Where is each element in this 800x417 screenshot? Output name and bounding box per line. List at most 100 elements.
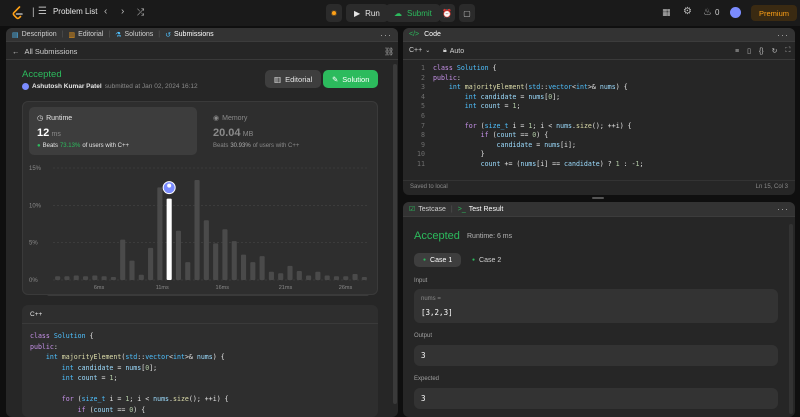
gear-icon[interactable]: ⚙ [683,6,692,17]
input-value[interactable]: [3,2,3] [421,308,453,317]
timer-button[interactable]: ⏰ [439,4,455,22]
flask-icon: ⚗ [115,31,122,39]
link-icon[interactable]: ⛓ [384,47,394,56]
prev-problem-icon[interactable]: ‹ [104,6,107,17]
code-line[interactable]: 5 int count = 1; [403,102,644,112]
run-button[interactable]: ▶ Run [346,4,388,22]
tab-testcase[interactable]: ☑ Testcase [409,205,446,214]
code-panel-title: Code [424,31,441,38]
case-2-tab[interactable]: ● Case 2 [463,253,510,267]
range-selector [47,295,369,296]
pass-dot-icon: ● [472,257,476,263]
tab-test-result-label: Test Result [468,205,504,213]
premium-label: Premium [759,8,790,18]
output-value[interactable]: 3 [421,351,426,360]
memory-beats: Beats 30.93% of users with C++ [213,143,299,149]
code-line: int count = 1; [61,374,118,382]
code-line[interactable]: 6 [403,112,644,122]
tab-description[interactable]: ▤ Description [12,31,57,39]
submission-meta: Ashutosh Kumar Patel submitted at Jan 02… [22,83,198,90]
runtime-header: ◷ Runtime [37,114,72,123]
chart-bar [231,241,237,280]
chart-bar [268,271,274,280]
submitted-code[interactable]: class Solution {public: int majorityElem… [30,331,229,415]
code-line[interactable]: 11 count += (nums[i] == candidate) ? 1 :… [403,160,643,170]
next-problem-icon[interactable]: › [121,6,124,17]
more-options-icon[interactable]: ··· [777,30,789,40]
line-number: 5 [421,102,425,111]
tab-test-result[interactable]: >_ Test Result [458,206,504,213]
notes-button[interactable]: ▢ [459,4,475,22]
tab-submissions[interactable]: ↺ Submissions [165,31,214,39]
reset-icon[interactable]: ↻ [772,47,778,55]
code-editor[interactable]: 1 class Solution {2 public: 3 int majorityE… [403,64,644,170]
streak-counter[interactable]: ♨ 0 [703,7,719,18]
debug-button[interactable]: ✹ [326,4,342,22]
code-text: int majorityElement(std::vector<int>& nu… [448,83,628,92]
language-select[interactable]: C++ ⌄ [409,47,430,54]
expected-label: Expected [414,376,440,382]
layout-icon[interactable]: ▦ [662,7,671,18]
submitted-time: submitted at Jan 02, 2024 16:12 [104,83,198,90]
more-options-icon[interactable]: ··· [777,204,789,214]
code-line[interactable]: 9 candidate = nums[i]; [403,141,644,151]
editorial-button[interactable]: ▥ Editorial [265,70,322,88]
problem-list-link[interactable]: ☰ Problem List [38,6,97,17]
memory-box[interactable]: ◉ Memory 20.04 MB Beats 30.93% of users … [205,107,365,155]
chart-bar [213,243,219,280]
tab-solutions[interactable]: ⚗ Solutions [115,31,153,39]
fullscreen-icon[interactable]: ⛶ [786,47,791,55]
user-avatar[interactable] [22,83,29,90]
leetcode-logo-icon[interactable] [11,6,25,20]
tab-testcase-label: Testcase [418,205,446,213]
code-line[interactable]: 8 if (count == 0) { [403,131,644,141]
braces-icon[interactable]: {} [759,48,764,55]
terminal-icon: >_ [457,205,466,213]
chart-bar [259,256,265,280]
tab-editorial[interactable]: ▥ Editorial [68,31,103,39]
code-line[interactable]: 10 } [403,150,644,160]
x-axis-label: 16ms [216,285,230,291]
memory-beats-suffix: of users with C++ [252,143,300,149]
all-submissions-link[interactable]: ← All Submissions [12,47,77,56]
problem-list-label: Problem List [52,7,98,16]
tab-submissions-label: Submissions [174,31,214,38]
arrow-left-icon: ← [12,47,20,56]
chart-bar [333,276,340,280]
bookmark-icon[interactable]: ▯ [747,47,751,55]
divider [22,323,378,324]
code-line[interactable]: 4 int candidate = nums[0]; [403,93,644,103]
avatar-head-icon [167,183,172,188]
left-panel: ▤ Description | ▥ Editorial | ⚗ Solution… [6,28,398,417]
code-line[interactable]: 7 for (size_t i = 1; i < nums.size(); ++… [403,122,644,132]
case-1-tab[interactable]: ● Case 1 [414,253,462,267]
auto-mode-toggle[interactable]: 🔒︎ Auto [443,47,464,55]
more-options-icon[interactable]: ··· [380,30,392,40]
expected-value[interactable]: 3 [421,394,426,403]
language-label: C++ [409,47,423,54]
scrollbar[interactable] [789,224,793,414]
code-line[interactable]: 3 int majorityElement(std::vector<int>& … [403,83,644,93]
format-icon[interactable]: ≡ [735,48,739,55]
avatar[interactable] [730,7,741,18]
performance-card: ◷ Runtime 12 ms ● Beats 73.13% of users … [22,101,379,296]
runtime-box[interactable]: ◷ Runtime 12 ms ● Beats 73.13% of users … [29,107,197,155]
code-line: class Solution { [30,332,94,340]
runtime-distribution-chart[interactable]: 15%10%5%0%6ms11ms16ms21ms26ms6ms11ms16ms… [23,160,379,296]
divider [6,59,398,60]
code-line[interactable]: 2 public: [403,74,644,84]
memory-unit: MB [242,131,254,138]
panel-resize-handle[interactable] [592,197,604,199]
premium-button[interactable]: Premium [751,5,798,21]
solution-button[interactable]: ✎ Solution [323,70,379,88]
chart-bar [315,271,321,280]
code-line[interactable]: 1 class Solution { [403,64,644,74]
user-name[interactable]: Ashutosh Kumar Patel [32,83,102,90]
description-icon: ▤ [12,31,19,39]
line-number: 10 [417,150,425,159]
shuffle-icon[interactable]: ⤮ [137,7,144,18]
input-label: Input [414,278,428,284]
scrollbar[interactable] [393,64,397,404]
submit-button[interactable]: ☁ Submit [386,4,440,22]
output-box: 3 [414,345,778,366]
